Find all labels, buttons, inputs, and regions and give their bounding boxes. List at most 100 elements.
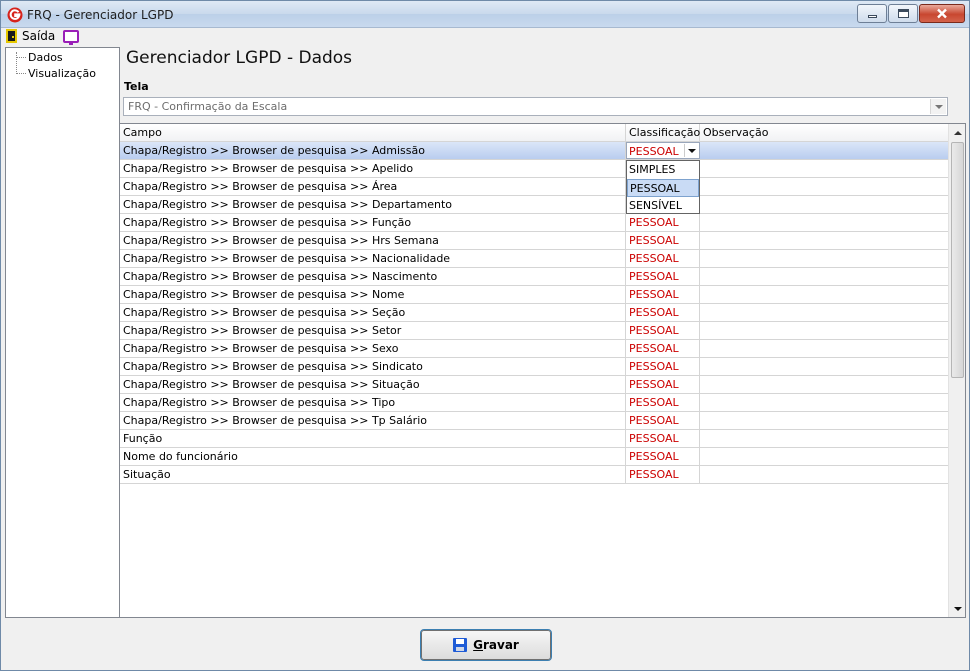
- table-row[interactable]: Chapa/Registro >> Browser de pesquisa >>…: [120, 142, 949, 160]
- table-row[interactable]: Chapa/Registro >> Browser de pesquisa >>…: [120, 340, 949, 358]
- maximize-button[interactable]: [888, 4, 918, 23]
- table-row[interactable]: Chapa/Registro >> Browser de pesquisa >>…: [120, 358, 949, 376]
- cell-campo[interactable]: Função: [120, 430, 626, 447]
- cell-observacao[interactable]: [700, 232, 949, 249]
- screen-select-dropdown-button[interactable]: [930, 99, 946, 114]
- cell-observacao[interactable]: [700, 268, 949, 285]
- cell-observacao[interactable]: [700, 340, 949, 357]
- cell-classificacao[interactable]: PESSOAL: [626, 394, 700, 411]
- cell-campo[interactable]: Chapa/Registro >> Browser de pesquisa >>…: [120, 142, 626, 159]
- screen-select[interactable]: FRQ - Confirmação da Escala: [123, 97, 948, 116]
- table-row[interactable]: Chapa/Registro >> Browser de pesquisa >>…: [120, 304, 949, 322]
- cell-observacao[interactable]: [700, 160, 949, 177]
- column-header-classificacao[interactable]: Classificação: [626, 124, 700, 142]
- cell-campo[interactable]: Chapa/Registro >> Browser de pesquisa >>…: [120, 340, 626, 357]
- table-row[interactable]: Chapa/Registro >> Browser de pesquisa >>…: [120, 394, 949, 412]
- table-row[interactable]: Situação PESSOAL: [120, 466, 949, 484]
- scrollbar-thumb[interactable]: [951, 142, 964, 378]
- cell-campo[interactable]: Chapa/Registro >> Browser de pesquisa >>…: [120, 160, 626, 177]
- monitor-icon[interactable]: [63, 30, 79, 45]
- cell-classificacao[interactable]: PESSOAL: [626, 340, 700, 357]
- column-header-observacao[interactable]: Observação: [700, 124, 949, 142]
- table-row[interactable]: Chapa/Registro >> Browser de pesquisa >>…: [120, 178, 949, 196]
- cell-classificacao[interactable]: PESSOAL: [626, 232, 700, 249]
- title-bar[interactable]: FRQ - Gerenciador LGPD: [1, 1, 969, 28]
- table-row[interactable]: Chapa/Registro >> Browser de pesquisa >>…: [120, 250, 949, 268]
- cell-observacao[interactable]: [700, 376, 949, 393]
- cell-classificacao[interactable]: PESSOAL: [626, 304, 700, 321]
- table-row[interactable]: Chapa/Registro >> Browser de pesquisa >>…: [120, 232, 949, 250]
- cell-classificacao[interactable]: PESSOAL: [626, 268, 700, 285]
- cell-classificacao[interactable]: PESSOAL: [626, 448, 700, 465]
- scroll-up-button[interactable]: [949, 124, 966, 141]
- table-row[interactable]: Chapa/Registro >> Browser de pesquisa >>…: [120, 376, 949, 394]
- dropdown-option-simples[interactable]: SIMPLES: [627, 161, 699, 179]
- cell-campo[interactable]: Nome do funcionário: [120, 448, 626, 465]
- cell-classificacao[interactable]: PESSOAL: [626, 412, 700, 429]
- cell-observacao[interactable]: [700, 448, 949, 465]
- floppy-disk-icon: [453, 638, 468, 652]
- cell-campo[interactable]: Chapa/Registro >> Browser de pesquisa >>…: [120, 322, 626, 339]
- minimize-button[interactable]: [857, 4, 887, 23]
- cell-observacao[interactable]: [700, 250, 949, 267]
- cell-campo[interactable]: Chapa/Registro >> Browser de pesquisa >>…: [120, 358, 626, 375]
- cell-observacao[interactable]: [700, 322, 949, 339]
- column-header-campo[interactable]: Campo: [120, 124, 626, 142]
- cell-observacao[interactable]: [700, 430, 949, 447]
- scroll-down-button[interactable]: [949, 600, 966, 617]
- cell-campo[interactable]: Chapa/Registro >> Browser de pesquisa >>…: [120, 196, 626, 213]
- dropdown-option-sensivel[interactable]: SENSÍVEL: [627, 197, 699, 215]
- menu-exit[interactable]: Saída: [6, 29, 55, 43]
- cell-campo[interactable]: Chapa/Registro >> Browser de pesquisa >>…: [120, 286, 626, 303]
- classification-select[interactable]: PESSOAL: [626, 142, 700, 159]
- screen-select-value: FRQ - Confirmação da Escala: [128, 100, 288, 113]
- table-row[interactable]: Chapa/Registro >> Browser de pesquisa >>…: [120, 322, 949, 340]
- cell-classificacao[interactable]: PESSOAL: [626, 376, 700, 393]
- tree-item-label: Dados: [28, 51, 63, 64]
- cell-observacao[interactable]: [700, 358, 949, 375]
- cell-observacao[interactable]: [700, 142, 949, 159]
- close-button[interactable]: [919, 4, 965, 23]
- cell-observacao[interactable]: [700, 412, 949, 429]
- classification-select-value: PESSOAL: [629, 145, 679, 158]
- cell-classificacao[interactable]: PESSOAL: [626, 250, 700, 267]
- cell-campo[interactable]: Chapa/Registro >> Browser de pesquisa >>…: [120, 412, 626, 429]
- cell-observacao[interactable]: [700, 178, 949, 195]
- cell-observacao[interactable]: [700, 466, 949, 483]
- door-exit-icon: [6, 29, 17, 43]
- save-button[interactable]: Gravar: [420, 629, 552, 661]
- table-row[interactable]: Chapa/Registro >> Browser de pesquisa >>…: [120, 196, 949, 214]
- cell-campo[interactable]: Chapa/Registro >> Browser de pesquisa >>…: [120, 376, 626, 393]
- cell-campo[interactable]: Chapa/Registro >> Browser de pesquisa >>…: [120, 394, 626, 411]
- navigation-tree: Dados Visualização: [5, 47, 120, 618]
- cell-classificacao[interactable]: PESSOAL: [626, 214, 700, 231]
- cell-classificacao[interactable]: PESSOAL: [626, 322, 700, 339]
- save-button-label: Gravar: [473, 638, 519, 652]
- table-row[interactable]: Chapa/Registro >> Browser de pesquisa >>…: [120, 286, 949, 304]
- cell-classificacao[interactable]: PESSOAL: [626, 466, 700, 483]
- cell-observacao[interactable]: [700, 214, 949, 231]
- cell-observacao[interactable]: [700, 286, 949, 303]
- cell-campo[interactable]: Chapa/Registro >> Browser de pesquisa >>…: [120, 268, 626, 285]
- cell-observacao[interactable]: [700, 304, 949, 321]
- cell-classificacao[interactable]: PESSOAL: [626, 358, 700, 375]
- cell-campo[interactable]: Chapa/Registro >> Browser de pesquisa >>…: [120, 304, 626, 321]
- cell-observacao[interactable]: [700, 196, 949, 213]
- cell-campo[interactable]: Chapa/Registro >> Browser de pesquisa >>…: [120, 214, 626, 231]
- cell-campo[interactable]: Chapa/Registro >> Browser de pesquisa >>…: [120, 178, 626, 195]
- vertical-scrollbar[interactable]: [948, 124, 965, 617]
- classification-dropdown-button[interactable]: [684, 144, 698, 157]
- cell-classificacao[interactable]: PESSOAL: [626, 430, 700, 447]
- table-row[interactable]: Nome do funcionário PESSOAL: [120, 448, 949, 466]
- cell-campo[interactable]: Chapa/Registro >> Browser de pesquisa >>…: [120, 250, 626, 267]
- cell-classificacao[interactable]: PESSOAL: [626, 286, 700, 303]
- table-row[interactable]: Chapa/Registro >> Browser de pesquisa >>…: [120, 412, 949, 430]
- cell-observacao[interactable]: [700, 394, 949, 411]
- table-row[interactable]: Chapa/Registro >> Browser de pesquisa >>…: [120, 214, 949, 232]
- table-row[interactable]: Chapa/Registro >> Browser de pesquisa >>…: [120, 268, 949, 286]
- cell-campo[interactable]: Chapa/Registro >> Browser de pesquisa >>…: [120, 232, 626, 249]
- cell-campo[interactable]: Situação: [120, 466, 626, 483]
- table-row[interactable]: Função PESSOAL: [120, 430, 949, 448]
- table-row[interactable]: Chapa/Registro >> Browser de pesquisa >>…: [120, 160, 949, 178]
- dropdown-option-pessoal[interactable]: PESSOAL: [627, 179, 699, 197]
